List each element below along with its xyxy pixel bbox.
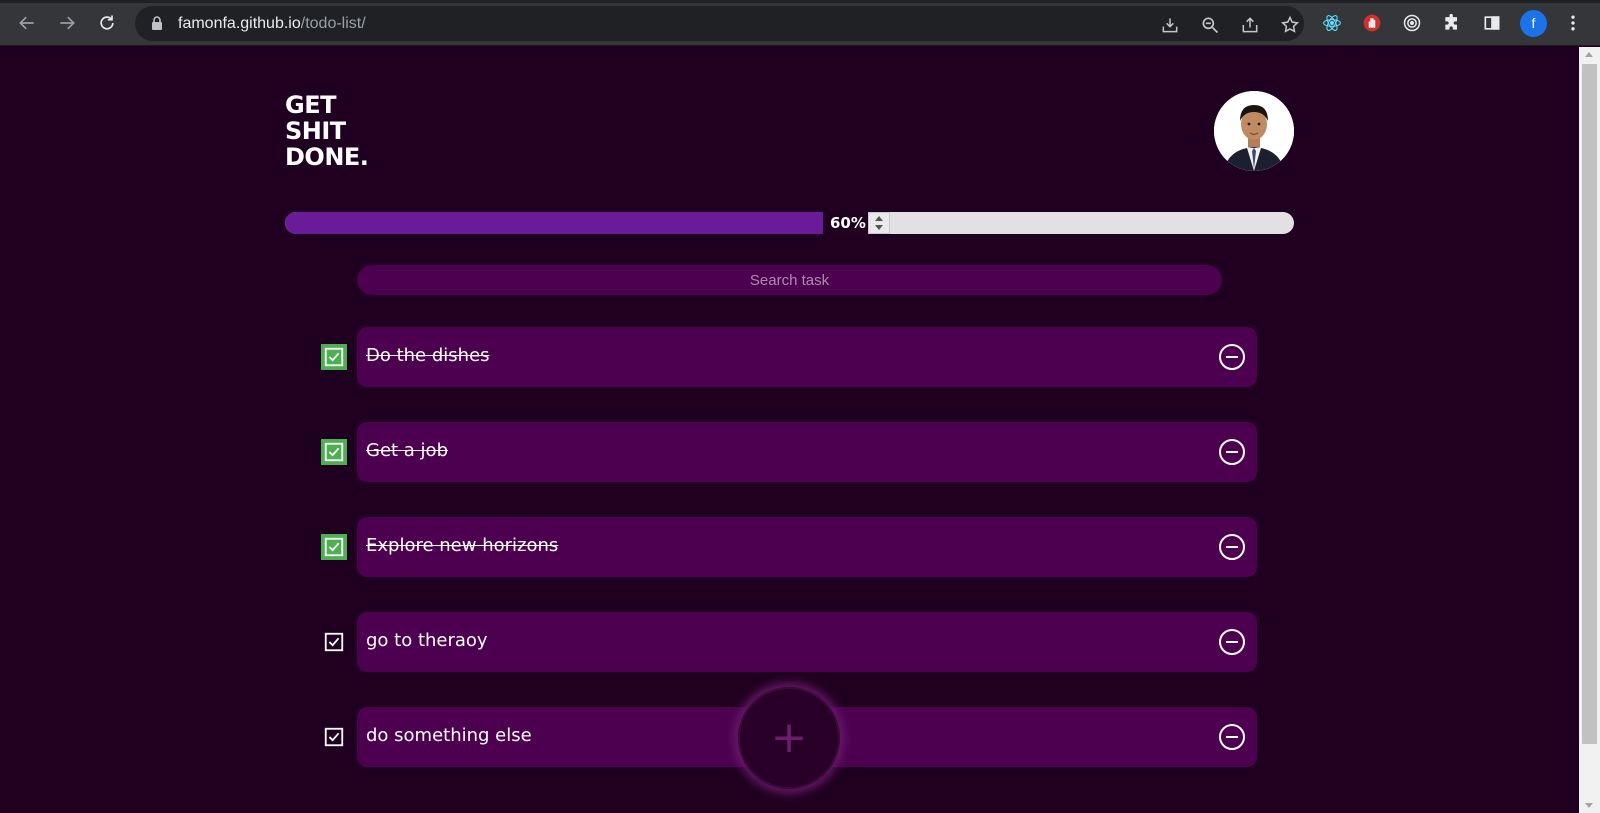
page-viewport: GET SHIT DONE. 60% Do the dishesGet a jo…	[0, 47, 1579, 813]
task-card[interactable]: Get a job	[357, 422, 1257, 482]
remove-circle-icon[interactable]	[1219, 439, 1245, 465]
extension-hand-icon[interactable]	[1360, 11, 1384, 35]
todo-item: Do the dishes	[320, 327, 1257, 387]
scrollbar-thumb[interactable]	[1582, 64, 1597, 744]
remove-circle-icon[interactable]	[1219, 534, 1245, 560]
side-panel-icon[interactable]	[1480, 11, 1504, 35]
url-path: /todo-list/	[300, 15, 366, 32]
forward-icon[interactable]	[53, 9, 81, 37]
checkbox-icon[interactable]	[321, 344, 347, 370]
share-icon[interactable]	[1240, 15, 1260, 35]
task-card[interactable]: Do the dishes	[357, 327, 1257, 387]
checkbox-icon[interactable]	[321, 439, 347, 465]
browser-toolbar: famonfa.github.io/todo-list/ f	[0, 0, 1600, 46]
page-scrollbar[interactable]	[1579, 47, 1600, 813]
remove-circle-icon[interactable]	[1219, 344, 1245, 370]
task-card[interactable]: Explore new horizons	[357, 517, 1257, 577]
task-text: Get a job	[366, 440, 448, 461]
url-text: famonfa.github.io/todo-list/	[178, 14, 366, 34]
back-icon[interactable]	[13, 9, 41, 37]
plus-icon: +	[770, 712, 808, 763]
todo-item: go to theraoy	[320, 612, 1257, 672]
lock-icon[interactable]	[149, 15, 165, 31]
extension-target-icon[interactable]	[1400, 11, 1424, 35]
install-icon[interactable]	[1160, 15, 1180, 35]
address-bar[interactable]: famonfa.github.io/todo-list/	[135, 6, 1304, 41]
url-domain: famonfa.github.io	[178, 15, 301, 32]
scroll-up-icon[interactable]	[1585, 52, 1593, 57]
task-text: go to theraoy	[366, 630, 488, 651]
react-devtools-icon[interactable]	[1320, 11, 1344, 35]
checkbox-icon[interactable]	[321, 724, 347, 750]
remove-circle-icon[interactable]	[1219, 724, 1245, 750]
scroll-down-icon[interactable]	[1585, 803, 1593, 808]
tab-strip-edge	[0, 0, 1600, 3]
bookmark-star-icon[interactable]	[1280, 15, 1300, 35]
menu-kebab-icon[interactable]	[1561, 11, 1585, 35]
task-card[interactable]: go to theraoy	[357, 612, 1257, 672]
add-task-button[interactable]: +	[738, 687, 840, 789]
zoom-icon[interactable]	[1200, 15, 1220, 35]
todo-item: Explore new horizons	[320, 517, 1257, 577]
extensions-puzzle-icon[interactable]	[1440, 11, 1464, 35]
reload-icon[interactable]	[93, 9, 121, 37]
remove-circle-icon[interactable]	[1219, 629, 1245, 655]
profile-avatar-icon[interactable]: f	[1520, 10, 1547, 37]
checkbox-icon[interactable]	[321, 534, 347, 560]
task-text: Do the dishes	[366, 345, 490, 366]
task-text: Explore new horizons	[366, 535, 559, 556]
task-text: do something else	[366, 725, 532, 746]
checkbox-icon[interactable]	[321, 629, 347, 655]
todo-item: Get a job	[320, 422, 1257, 482]
